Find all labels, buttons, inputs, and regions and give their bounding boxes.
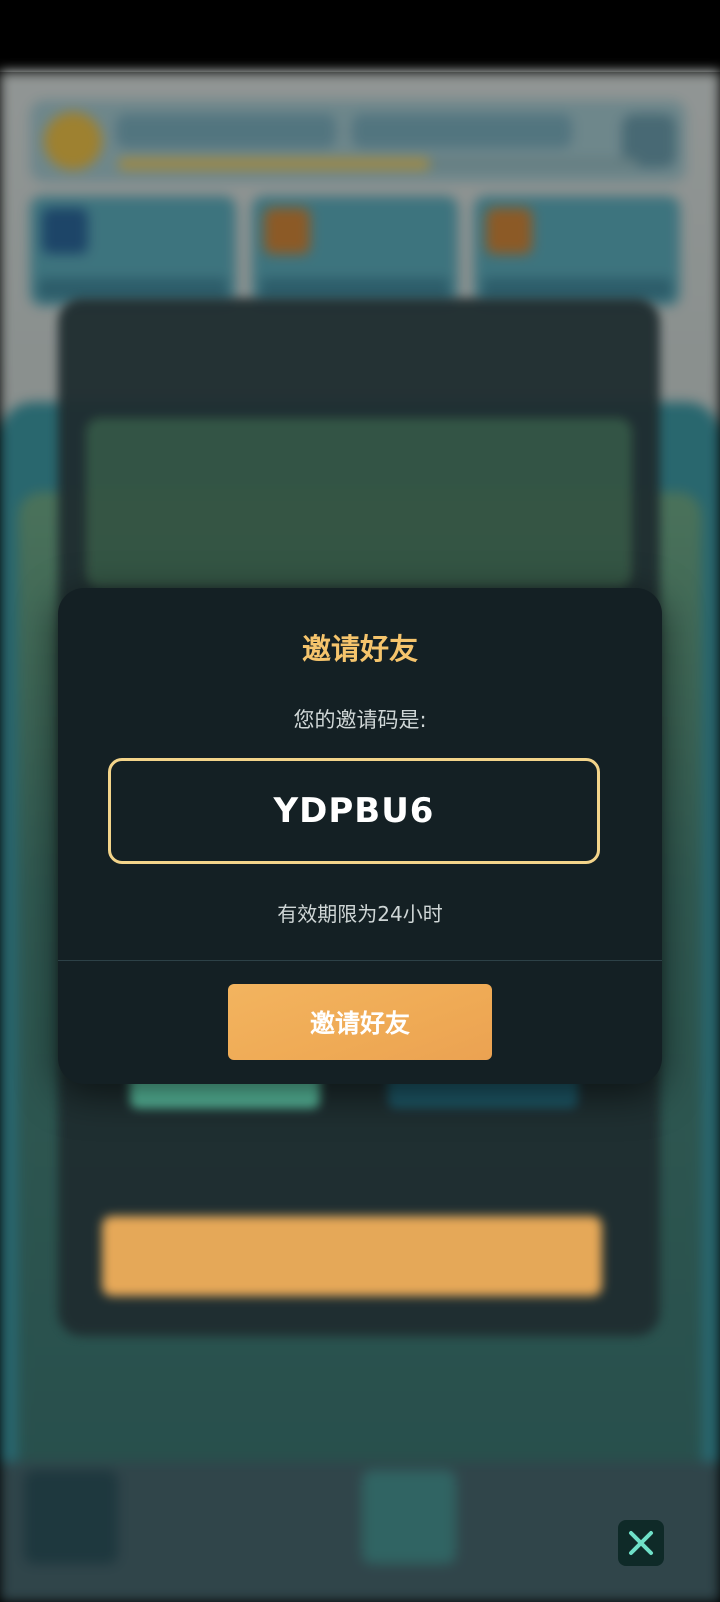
invite-dialog: 邀请好友 您的邀请码是: YDPBU6 有效期限为24小时 邀请好友 <box>58 588 662 1084</box>
divider <box>58 960 662 961</box>
close-icon <box>629 1531 653 1555</box>
invite-code: YDPBU6 <box>273 791 435 831</box>
status-bar <box>0 0 720 72</box>
dialog-title: 邀请好友 <box>301 632 418 666</box>
close-button[interactable] <box>618 1520 664 1566</box>
expiry-note: 有效期限为24小时 <box>277 902 443 926</box>
invite-code-label: 您的邀请码是: <box>293 708 427 732</box>
invite-friend-button[interactable]: 邀请好友 <box>228 984 492 1060</box>
invite-code-box[interactable]: YDPBU6 <box>108 758 600 864</box>
